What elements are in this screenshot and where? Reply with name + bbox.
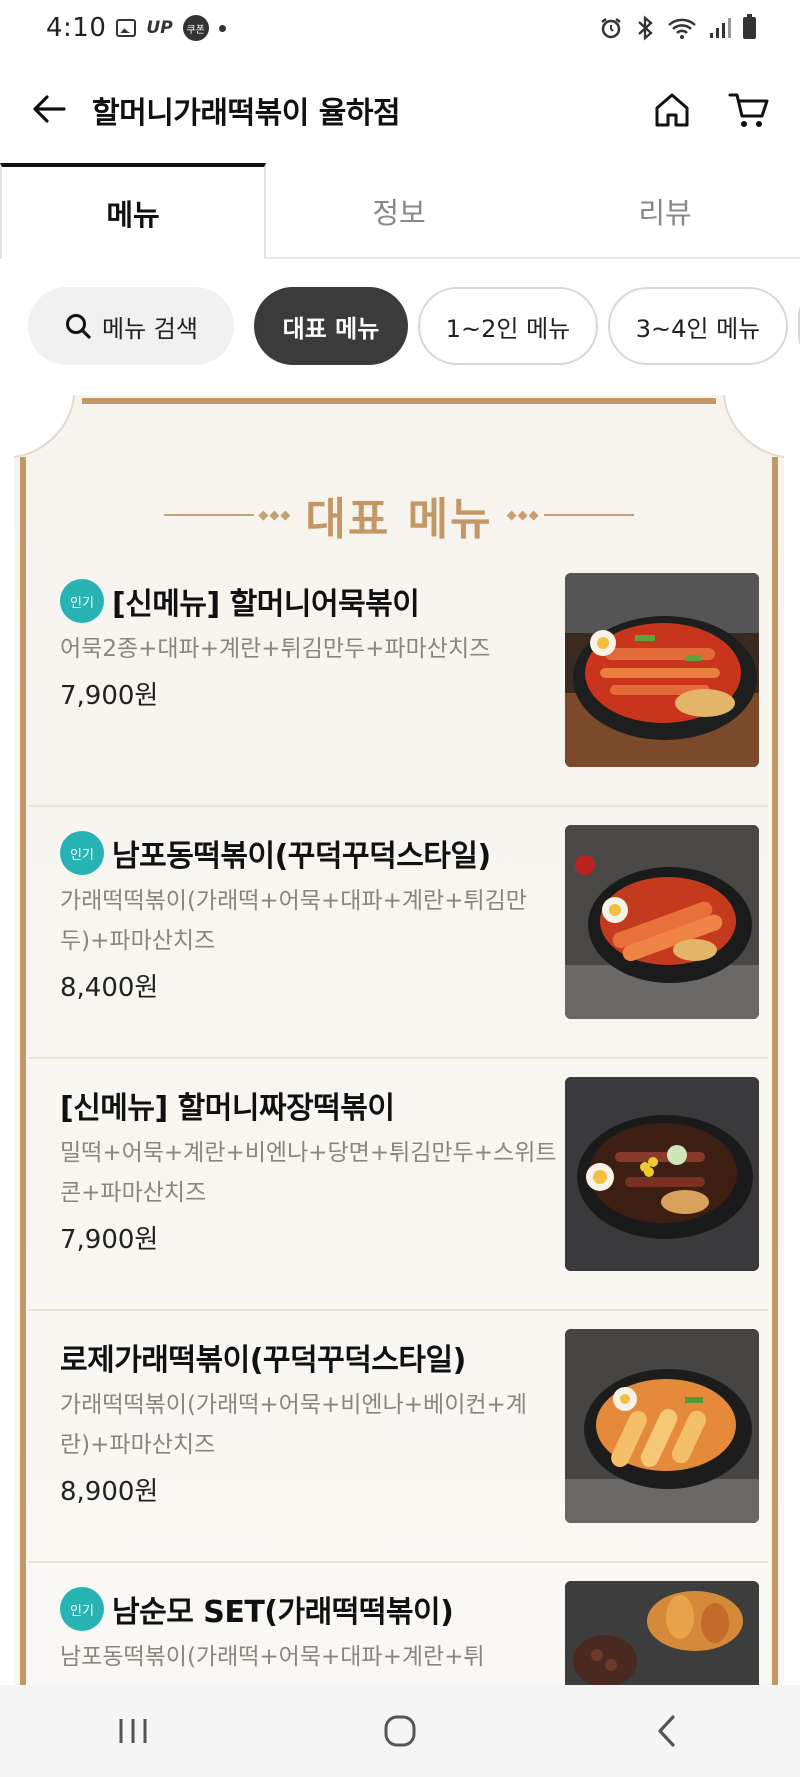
menu-item[interactable]: 인기 [신메뉴] 할머니어묵볶이 어묵2종+대파+계란+튀김만두+파마산치즈 7… — [28, 555, 768, 807]
menu-item-price: 8,900원 — [60, 1477, 159, 1507]
menu-search-label: 메뉴 검색 — [102, 314, 198, 343]
menu-item-info: [신메뉴] 할머니짜장떡볶이 밀떡+어묵+계란+비엔나+당면+튀김만두+스위트콘… — [60, 1081, 560, 1256]
status-left: 4:10 UP 쿠폰 — [46, 13, 226, 43]
gallery-notification-icon — [116, 19, 137, 37]
menu-item-price: 8,400원 — [60, 973, 159, 1003]
chip-1-2-person-menu[interactable]: 1~2인 메뉴 — [418, 287, 598, 365]
menu-item-photo[interactable] — [565, 573, 759, 767]
menu-item-description: 어묵2종+대파+계란+튀김만두+파마산치즈 — [60, 636, 491, 662]
home-icon — [655, 93, 689, 127]
back-nav-button[interactable] — [622, 1696, 712, 1766]
tab-info[interactable]: 정보 — [266, 163, 532, 259]
menu-item-name-row: 로제가래떡볶이(꾸덕꾸덕스타일) — [60, 1333, 560, 1381]
coupon-notification-icon: 쿠폰 — [182, 15, 209, 41]
popular-badge: 인기 — [60, 579, 104, 623]
search-icon — [66, 314, 91, 339]
home-button[interactable] — [648, 86, 696, 134]
back-button[interactable] — [28, 88, 70, 130]
page-title: 할머니가래떡볶이 율하점 — [92, 96, 401, 131]
chevron-left-icon — [658, 1715, 675, 1747]
menu-item-photo[interactable] — [565, 1077, 759, 1271]
recent-apps-button[interactable] — [88, 1696, 178, 1766]
menu-item-info: 인기 남순모 SET(가래떡떡볶이) 남포동떡볶이(가래떡+어묵+대파+계란+튀 — [60, 1585, 560, 1677]
app-header: 할머니가래떡볶이 율하점 — [0, 72, 800, 148]
menu-item-photo[interactable] — [565, 825, 759, 1019]
signal-icon — [710, 18, 731, 38]
decoration-right-icon: ◆◆◆ — [507, 508, 634, 523]
menu-item[interactable]: 인기 남포동떡볶이(꾸덕꾸덕스타일) 가래떡떡볶이(가래떡+어묵+대파+계란+튀… — [28, 807, 768, 1059]
menu-item-description: 가래떡떡볶이(가래떡+어묵+비엔나+베이컨+계란)+파마산치즈 — [60, 1392, 527, 1458]
menu-item-name: [신메뉴] 할머니짜장떡볶이 — [60, 1091, 395, 1126]
menu-item-description: 밀떡+어묵+계란+비엔나+당면+튀김만두+스위트콘+파마산치즈 — [60, 1140, 557, 1206]
menu-item-name: 남포동떡볶이(꾸덕꾸덕스타일) — [112, 839, 491, 874]
up-notification-icon: UP — [146, 18, 173, 38]
category-chips: 메뉴 검색 대표 메뉴 1~2인 메뉴 3~4인 메뉴 — [28, 287, 800, 367]
menu-item-description: 남포동떡볶이(가래떡+어묵+대파+계란+튀 — [60, 1644, 485, 1670]
tab-reviews[interactable]: 리뷰 — [532, 163, 798, 259]
bluetooth-icon — [638, 15, 653, 41]
decoration-left-icon: ◆◆◆ — [164, 508, 291, 523]
menu-item[interactable]: 로제가래떡볶이(꾸덕꾸덕스타일) 가래떡떡볶이(가래떡+어묵+비엔나+베이컨+계… — [28, 1311, 768, 1563]
menu-list: 인기 [신메뉴] 할머니어묵볶이 어묵2종+대파+계란+튀김만두+파마산치즈 7… — [28, 555, 768, 1777]
menu-item-name-row: 인기 남포동떡볶이(꾸덕꾸덕스타일) — [60, 829, 560, 877]
menu-item-name: 남순모 SET(가래떡떡볶이) — [112, 1595, 454, 1630]
recent-apps-icon — [119, 1719, 147, 1743]
menu-item-name: 로제가래떡볶이(꾸덕꾸덕스타일) — [60, 1343, 466, 1378]
status-bar: 4:10 UP 쿠폰 — [0, 0, 800, 56]
more-notifications-dot-icon — [218, 24, 226, 32]
popular-badge: 인기 — [60, 831, 104, 875]
tab-menu[interactable]: 메뉴 — [0, 163, 266, 259]
menu-item-name-row: [신메뉴] 할머니짜장떡볶이 — [60, 1081, 560, 1129]
system-navigation-bar — [0, 1685, 800, 1777]
home-circle-icon — [384, 1715, 416, 1747]
cart-button[interactable] — [724, 86, 774, 134]
menu-item-info: 로제가래떡볶이(꾸덕꾸덕스타일) 가래떡떡볶이(가래떡+어묵+비엔나+베이컨+계… — [60, 1333, 560, 1508]
menu-item-name: [신메뉴] 할머니어묵볶이 — [112, 587, 420, 622]
chip-signature-menu[interactable]: 대표 메뉴 — [254, 287, 408, 365]
store-tabs: 메뉴 정보 리뷰 — [0, 163, 800, 259]
status-right — [599, 14, 756, 41]
menu-item-name-row: 인기 남순모 SET(가래떡떡볶이) — [60, 1585, 560, 1633]
menu-item-price: 7,900원 — [60, 681, 159, 711]
menu-item-info: 인기 [신메뉴] 할머니어묵볶이 어묵2종+대파+계란+튀김만두+파마산치즈 7… — [60, 577, 560, 712]
arrow-left-icon — [33, 95, 66, 123]
menu-item-photo[interactable] — [565, 1329, 759, 1523]
battery-icon — [743, 14, 756, 39]
menu-board: ◆◆◆ 대표 메뉴 ◆◆◆ 인기 [신메뉴] 할머니어묵볶이 어묵2종+대파+계… — [14, 395, 784, 1775]
menu-item-description: 가래떡떡볶이(가래떡+어묵+대파+계란+튀김만두)+파마산치즈 — [60, 888, 527, 954]
menu-item-info: 인기 남포동떡볶이(꾸덕꾸덕스타일) 가래떡떡볶이(가래떡+어묵+대파+계란+튀… — [60, 829, 560, 1004]
home-nav-button[interactable] — [355, 1696, 445, 1766]
alarm-icon — [601, 18, 621, 39]
chip-3-4-person-menu[interactable]: 3~4인 메뉴 — [608, 287, 788, 365]
menu-item[interactable]: [신메뉴] 할머니짜장떡볶이 밀떡+어묵+계란+비엔나+당면+튀김만두+스위트콘… — [28, 1059, 768, 1311]
menu-search-button[interactable]: 메뉴 검색 — [28, 287, 234, 365]
cart-icon — [728, 93, 769, 127]
wifi-icon — [668, 18, 696, 39]
section-header: ◆◆◆ 대표 메뉴 ◆◆◆ — [14, 485, 784, 545]
section-title: 대표 메뉴 — [305, 494, 493, 545]
menu-item-price: 7,900원 — [60, 1225, 159, 1255]
status-time: 4:10 — [46, 13, 107, 43]
menu-item-name-row: 인기 [신메뉴] 할머니어묵볶이 — [60, 577, 560, 625]
popular-badge: 인기 — [60, 1587, 104, 1631]
